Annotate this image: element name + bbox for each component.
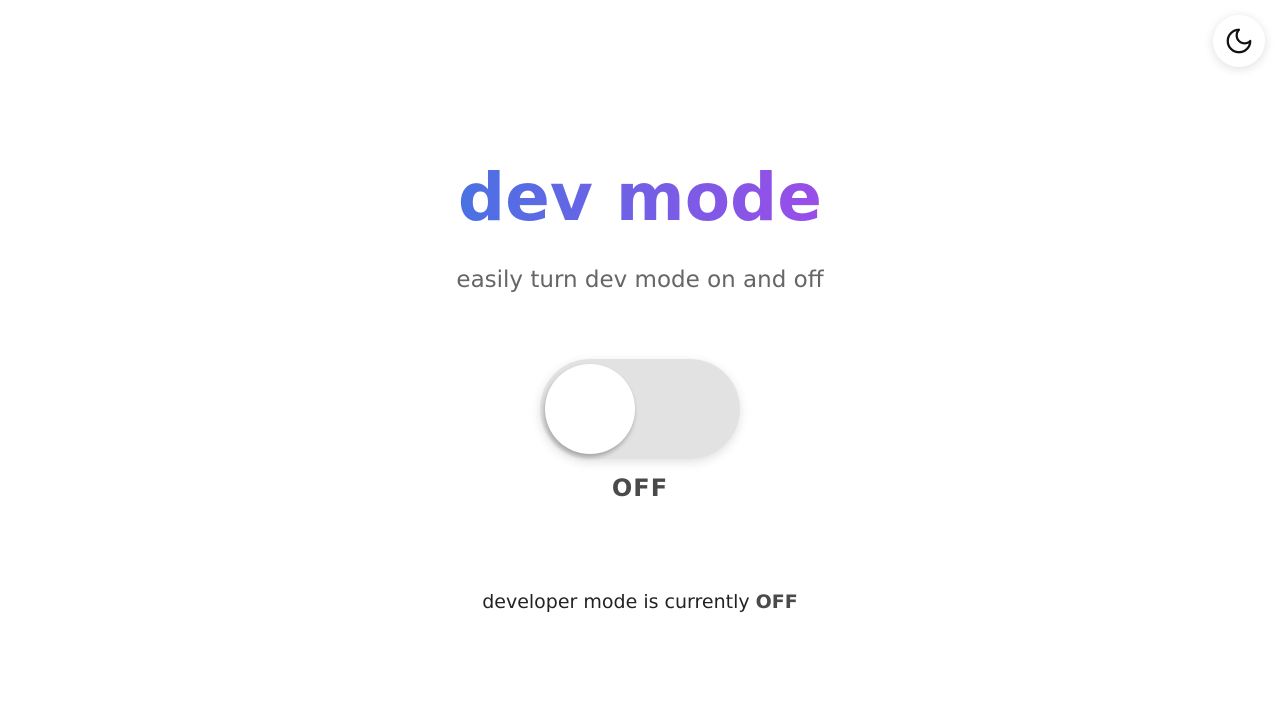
- page: dev mode easily turn dev mode on and off…: [0, 0, 1280, 720]
- page-title-text: dev mode: [457, 159, 823, 236]
- status-message: developer mode is currently OFF: [0, 590, 1280, 614]
- theme-toggle-button[interactable]: [1213, 15, 1265, 67]
- page-subtitle: easily turn dev mode on and off: [456, 267, 824, 293]
- status-prefix: developer mode is currently: [482, 591, 750, 613]
- toggle-knob[interactable]: [545, 364, 635, 454]
- toggle-state-label: OFF: [611, 474, 669, 502]
- status-value: OFF: [755, 591, 798, 613]
- dev-mode-toggle-switch[interactable]: [540, 359, 740, 459]
- moon-icon: [1224, 26, 1254, 56]
- page-title: dev mode: [0, 158, 1280, 238]
